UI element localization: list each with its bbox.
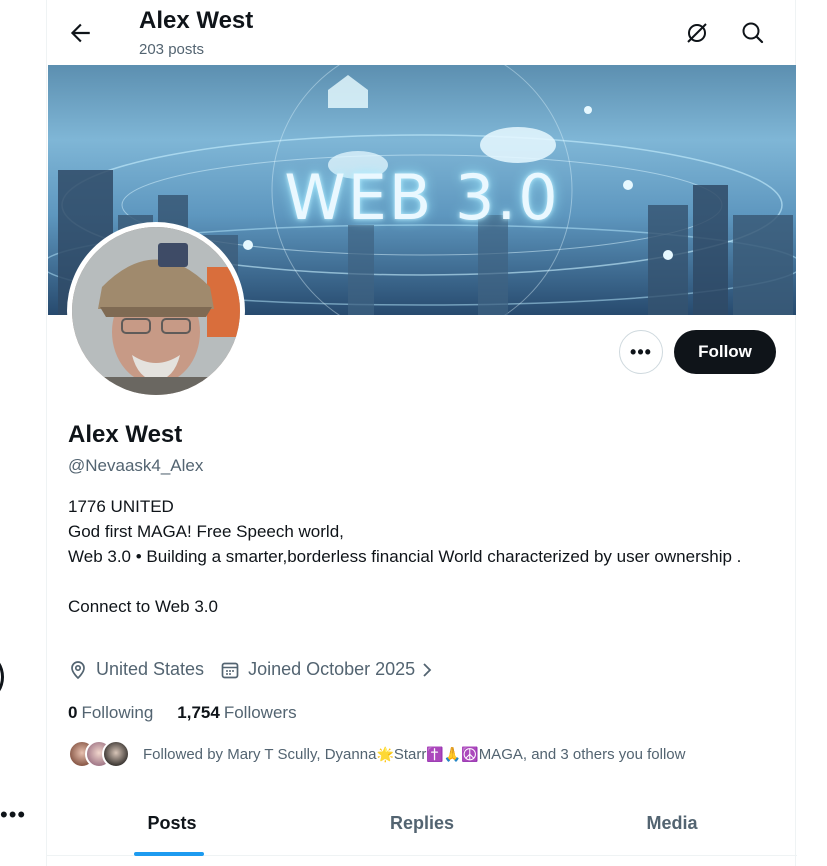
star-emoji: 🌟: [376, 746, 394, 763]
account-avatar[interactable]: [0, 656, 4, 698]
search-icon: [742, 22, 764, 44]
grok-icon: [687, 23, 707, 43]
search-button[interactable]: [740, 20, 766, 46]
following-label: Following: [81, 703, 154, 722]
following-link[interactable]: 0 Following: [68, 703, 153, 723]
more-options-button[interactable]: •••: [619, 330, 663, 374]
cross-pray-peace-emoji: ✝️🙏☮️: [426, 746, 479, 763]
joined-item: Joined October 2025: [220, 659, 435, 680]
tab-posts[interactable]: Posts: [47, 790, 297, 856]
avatar-photo: [72, 227, 240, 395]
profile-handle: @Nevaask4_Alex: [68, 456, 204, 475]
profile-bio: 1776 UNITED God first MAGA! Free Speech …: [68, 497, 742, 616]
followers-count: 1,754: [177, 703, 220, 722]
arrow-left-icon: [70, 23, 90, 43]
profile-tabs: Posts Replies Media: [47, 790, 797, 856]
follow-counts: 0 Following 1,754 Followers: [68, 703, 321, 723]
back-button[interactable]: [67, 20, 93, 46]
followed-by-prefix: Followed by Mary T Scully, Dyanna: [143, 745, 377, 763]
profile-name: Alex West: [68, 421, 183, 448]
profile-avatar[interactable]: [67, 222, 245, 400]
tab-media[interactable]: Media: [547, 790, 797, 856]
account-more-icon[interactable]: •••: [0, 804, 26, 826]
tab-posts-label: Posts: [147, 812, 197, 833]
mutual-avatar: [102, 740, 130, 768]
active-tab-indicator: [134, 852, 204, 856]
following-count: 0: [68, 703, 78, 722]
followers-you-know[interactable]: Followed by Mary T Scully, Dyanna🌟Starr✝…: [68, 740, 685, 768]
posts-count: 203 posts: [139, 41, 205, 58]
left-rail: •••: [0, 0, 46, 866]
location-item: United States: [68, 659, 204, 680]
followed-by-suffix: MAGA, and 3 others you follow: [478, 745, 686, 763]
mutual-avatars: [68, 740, 130, 768]
followed-by-text: Followed by Mary T Scully, Dyanna🌟Starr✝…: [143, 746, 685, 763]
follow-button[interactable]: Follow: [674, 330, 776, 374]
chevron-right-icon[interactable]: [419, 660, 435, 680]
tab-media-label: Media: [646, 812, 698, 833]
profile-header-bar: Alex West 203 posts: [47, 0, 797, 65]
page-title: Alex West: [139, 7, 254, 34]
location-text: United States: [96, 659, 205, 679]
location-pin-icon: [71, 660, 85, 679]
tab-replies[interactable]: Replies: [297, 790, 547, 856]
tab-replies-label: Replies: [389, 812, 455, 833]
followers-link[interactable]: 1,754 Followers: [177, 703, 296, 723]
calendar-icon: [221, 662, 239, 678]
followers-label: Followers: [223, 703, 297, 722]
profile-meta: United States Joined October 2025: [68, 659, 451, 680]
grok-button[interactable]: [684, 20, 710, 46]
joined-text: Joined October 2025: [248, 659, 416, 679]
profile-column: Alex West 203 posts WEB 3.0 ••• Follow A…: [46, 0, 797, 866]
followed-by-mid: Starr: [393, 745, 427, 763]
